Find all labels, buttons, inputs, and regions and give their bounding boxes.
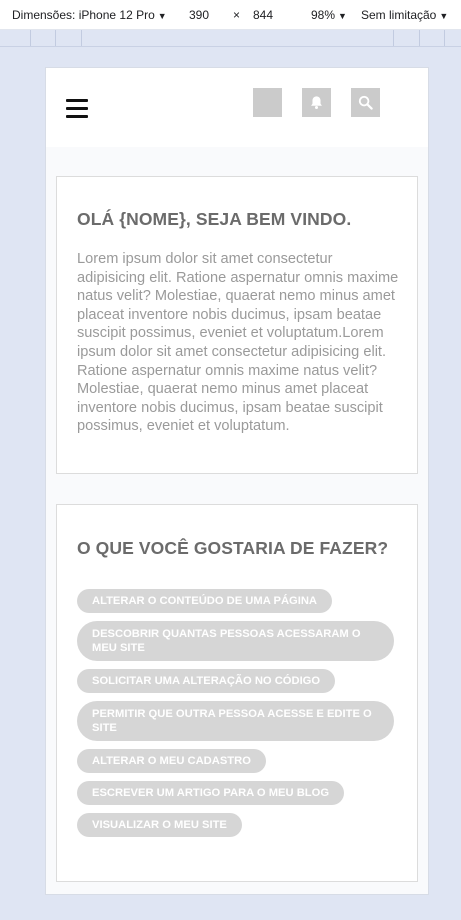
actions-card: O QUE VOCÊ GOSTARIA DE FAZER? ALTERAR O …	[56, 504, 418, 882]
blank-square-button[interactable]	[253, 88, 282, 117]
action-edit-profile-button[interactable]: ALTERAR O MEU CADASTRO	[77, 749, 266, 773]
throttle-select[interactable]: Sem limitação ▼	[361, 8, 448, 22]
welcome-title: OLÁ {NOME}, SEJA BEM VINDO.	[77, 209, 352, 229]
notifications-button[interactable]	[302, 88, 331, 117]
zoom-select[interactable]: 98% ▼	[311, 8, 347, 22]
viewport-height-input[interactable]: 844	[253, 8, 273, 22]
viewport-width-input[interactable]: 390	[189, 8, 209, 22]
action-write-blog-post-button[interactable]: ESCREVER UM ARTIGO PARA O MEU BLOG	[77, 781, 345, 805]
app-header	[46, 68, 428, 147]
media-query-ruler[interactable]	[0, 30, 461, 47]
search-icon	[358, 95, 373, 110]
action-grant-access-button[interactable]: PERMITIR QUE OUTRA PESSOA ACESSE E EDITE…	[77, 701, 394, 741]
zoom-select-label: 98%	[311, 8, 336, 22]
chevron-down-icon: ▼	[338, 11, 347, 21]
devtools-device-toolbar: Dimensões: iPhone 12 Pro ▼ 390 × 844 98% ▼…	[0, 0, 461, 30]
hamburger-icon[interactable]	[66, 99, 88, 119]
ruler-mark	[55, 30, 56, 46]
welcome-card: OLÁ {NOME}, SEJA BEM VINDO. Lorem ipsum …	[56, 176, 418, 474]
ruler-mark	[393, 30, 394, 46]
chevron-down-icon: ▼	[157, 11, 167, 21]
action-edit-page-button[interactable]: ALTERAR O CONTEÚDO DE UMA PÁGINA	[77, 589, 332, 613]
actions-title: O QUE VOCÊ GOSTARIA DE FAZER?	[77, 538, 389, 558]
ruler-mark	[419, 30, 420, 46]
device-select-label: Dimensões: iPhone 12 Pro	[12, 8, 155, 22]
ruler-mark	[444, 30, 445, 46]
dimension-separator: ×	[233, 8, 241, 22]
actions-list: ALTERAR O CONTEÚDO DE UMA PÁGINA DESCOBR…	[77, 589, 399, 845]
action-view-site-button[interactable]: VISUALIZAR O MEU SITE	[77, 813, 242, 837]
chevron-down-icon: ▼	[439, 11, 449, 21]
bell-icon	[311, 96, 322, 109]
search-button[interactable]	[351, 88, 380, 117]
ruler-mark	[30, 30, 31, 46]
action-request-code-change-button[interactable]: SOLICITAR UMA ALTERAÇÃO NO CÓDIGO	[77, 669, 336, 693]
action-visitor-stats-button[interactable]: DESCOBRIR QUANTAS PESSOAS ACESSARAM O ME…	[77, 621, 394, 661]
ruler-mark	[81, 30, 82, 46]
device-select[interactable]: Dimensões: iPhone 12 Pro ▼	[12, 8, 167, 22]
throttle-select-label: Sem limitação	[361, 8, 437, 22]
welcome-text: Lorem ipsum dolor sit amet consectetur a…	[77, 251, 399, 435]
device-viewport: OLÁ {NOME}, SEJA BEM VINDO. Lorem ipsum …	[45, 67, 429, 895]
